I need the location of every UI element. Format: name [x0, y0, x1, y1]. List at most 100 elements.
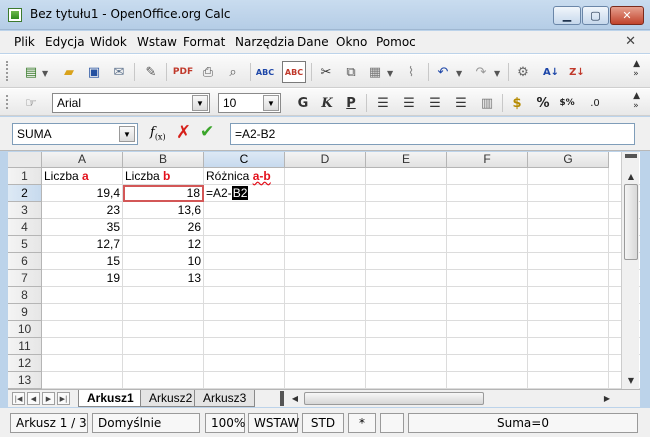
save-icon[interactable]: ▣ — [85, 63, 103, 81]
menu-pomoc[interactable]: Pomoc — [376, 35, 416, 49]
select-all-corner[interactable] — [8, 152, 42, 168]
name-box[interactable]: SUMA ▼ — [12, 123, 138, 145]
cell-b4[interactable]: 26 — [123, 219, 204, 236]
row-header-5[interactable]: 5 — [8, 236, 42, 253]
menu-narzedzia[interactable]: Narzędzia — [235, 35, 295, 49]
cell-b5[interactable]: 12 — [123, 236, 204, 253]
chevron-down-icon[interactable]: ▼ — [192, 95, 208, 111]
row-header-9[interactable]: 9 — [8, 304, 42, 321]
row-header-11[interactable]: 11 — [8, 338, 42, 355]
chevron-down-icon[interactable]: ▼ — [263, 95, 279, 111]
accept-icon[interactable]: ✔ — [200, 122, 214, 142]
scroll-down-icon[interactable]: ▼ — [623, 372, 639, 388]
redo-icon[interactable]: ↷ — [472, 63, 490, 81]
cell-a2[interactable]: 19,4 — [42, 185, 123, 202]
column-header-c[interactable]: C — [204, 152, 285, 168]
spellcheck-icon[interactable]: ABC — [256, 63, 274, 81]
clone-formatting-icon[interactable]: ⌇ — [402, 63, 420, 81]
autospellcheck-icon[interactable]: ABC — [282, 61, 306, 83]
align-left-icon[interactable]: ☰ — [374, 94, 392, 112]
cell-a4[interactable]: 35 — [42, 219, 123, 236]
cell-a1[interactable]: Liczba a — [42, 168, 123, 185]
column-header-a[interactable]: A — [42, 152, 123, 168]
first-sheet-icon[interactable]: |◀ — [12, 392, 25, 405]
cell-a6[interactable]: 15 — [42, 253, 123, 270]
column-header-b[interactable]: B — [123, 152, 204, 168]
menu-edycja[interactable]: Edycja — [45, 35, 85, 49]
scroll-up-icon[interactable]: ▲ — [623, 168, 639, 184]
italic-icon[interactable]: K — [318, 94, 336, 112]
chevron-down-icon[interactable]: ▼ — [119, 126, 135, 142]
cell-b1[interactable]: Liczba b — [123, 168, 204, 185]
cell-a3[interactable]: 23 — [42, 202, 123, 219]
spreadsheet-grid[interactable]: A B C D E F G 1 2 3 4 5 6 7 8 9 10 11 12… — [8, 152, 640, 389]
chevron-down-icon[interactable]: ▼ — [494, 69, 502, 78]
sort-descending-icon[interactable]: Z↓ — [568, 63, 586, 81]
cut-icon[interactable]: ✂ — [317, 63, 335, 81]
toolbar-overflow-icon[interactable]: ▲» — [633, 91, 640, 111]
merge-cells-icon[interactable]: ▥ — [478, 94, 496, 112]
column-header-e[interactable]: E — [366, 152, 447, 168]
maximize-button[interactable]: ▢ — [582, 6, 609, 25]
sort-ascending-icon[interactable]: A↓ — [542, 63, 560, 81]
cell-c2-editing[interactable]: =A2-B2 — [204, 185, 285, 202]
row-header-6[interactable]: 6 — [8, 253, 42, 270]
sheet-tab-arkusz1[interactable]: Arkusz1 — [78, 390, 143, 407]
toolbar-grip[interactable] — [6, 61, 9, 81]
cell-a7[interactable]: 19 — [42, 270, 123, 287]
font-size-combo[interactable]: 10 ▼ — [218, 93, 281, 113]
status-selection-mode[interactable]: STD — [302, 413, 344, 433]
edit-file-icon[interactable]: ✎ — [142, 63, 160, 81]
close-document-icon[interactable]: ✕ — [625, 34, 636, 49]
status-page-style[interactable]: Domyślnie — [92, 413, 200, 433]
print-icon[interactable]: ⎙ — [199, 63, 217, 81]
minimize-button[interactable]: ▁ — [553, 6, 581, 25]
column-header-g[interactable]: G — [528, 152, 609, 168]
number-format-icon[interactable]: $% — [558, 94, 576, 112]
status-insert-mode[interactable]: WSTAW — [248, 413, 299, 433]
row-header-2[interactable]: 2 — [8, 185, 42, 202]
row-header-10[interactable]: 10 — [8, 321, 42, 338]
underline-icon[interactable]: P — [342, 94, 360, 112]
row-header-1[interactable]: 1 — [8, 168, 42, 185]
horizontal-scroll-thumb[interactable] — [304, 392, 484, 405]
cell-a5[interactable]: 12,7 — [42, 236, 123, 253]
styles-icon[interactable]: ☞ — [22, 94, 40, 112]
justify-icon[interactable]: ☰ — [452, 94, 470, 112]
vertical-scroll-thumb[interactable] — [624, 184, 638, 260]
chevron-down-icon[interactable]: ▼ — [42, 69, 50, 78]
scroll-left-icon[interactable]: ◀ — [288, 392, 302, 405]
print-preview-icon[interactable]: ⌕ — [224, 63, 242, 81]
hyperlink-icon[interactable]: ⚙ — [514, 63, 532, 81]
chevron-down-icon[interactable]: ▼ — [456, 69, 464, 78]
menu-format[interactable]: Format — [183, 35, 225, 49]
paste-icon[interactable]: ▦ — [366, 63, 384, 81]
row-header-12[interactable]: 12 — [8, 355, 42, 372]
row-header-7[interactable]: 7 — [8, 270, 42, 287]
cell-b3[interactable]: 13,6 — [123, 202, 204, 219]
close-window-button[interactable]: ✕ — [610, 6, 644, 25]
add-decimal-icon[interactable]: .0 — [586, 94, 604, 112]
sheet-tab-arkusz3[interactable]: Arkusz3 — [194, 390, 256, 407]
column-header-f[interactable]: F — [447, 152, 528, 168]
prev-sheet-icon[interactable]: ◀ — [27, 392, 40, 405]
copy-icon[interactable]: ⧉ — [342, 63, 360, 81]
last-sheet-icon[interactable]: ▶| — [57, 392, 70, 405]
menu-widok[interactable]: Widok — [90, 35, 127, 49]
undo-icon[interactable]: ↶ — [434, 63, 452, 81]
cell-b7[interactable]: 13 — [123, 270, 204, 287]
status-zoom[interactable]: 100% — [205, 413, 245, 433]
currency-format-icon[interactable]: $ — [508, 94, 526, 112]
vertical-scrollbar[interactable]: ▲ ▼ — [621, 152, 639, 390]
column-header-d[interactable]: D — [285, 152, 366, 168]
email-icon[interactable]: ✉ — [110, 63, 128, 81]
align-center-icon[interactable]: ☰ — [400, 94, 418, 112]
sheet-tab-arkusz2[interactable]: Arkusz2 — [140, 390, 202, 407]
open-folder-icon[interactable]: ▰ — [60, 63, 78, 81]
export-pdf-icon[interactable]: PDF — [173, 63, 193, 81]
row-header-8[interactable]: 8 — [8, 287, 42, 304]
tab-split-handle[interactable] — [280, 391, 284, 406]
percent-format-icon[interactable]: % — [534, 94, 552, 112]
cancel-icon[interactable]: ✗ — [176, 122, 191, 143]
menu-wstaw[interactable]: Wstaw — [137, 35, 177, 49]
